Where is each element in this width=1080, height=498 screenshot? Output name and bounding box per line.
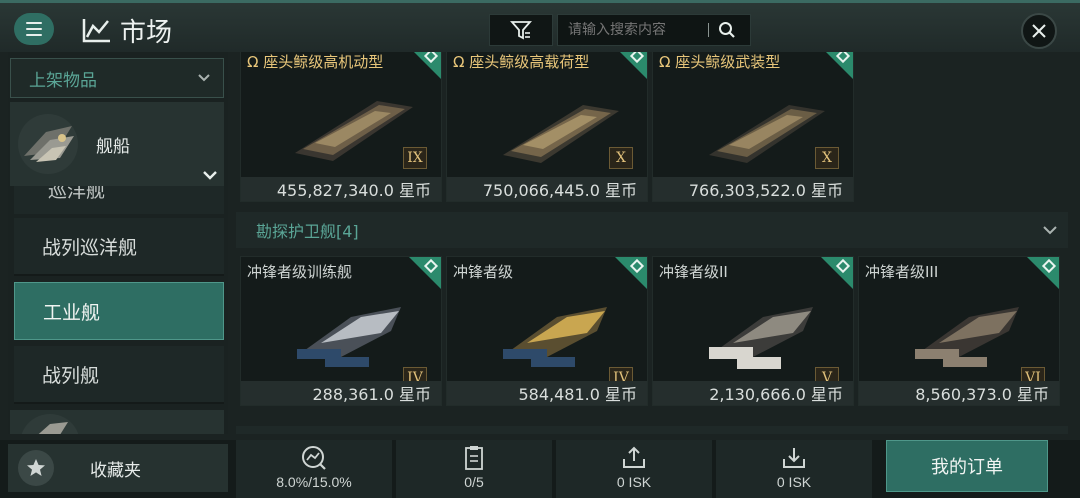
item-name: Ω 座头鲸级武装型 (659, 53, 781, 71)
item-name: 冲锋者级 (453, 263, 514, 281)
item-price: 2,130,666.0 星币 (653, 381, 853, 405)
ship-image (297, 307, 401, 367)
sidebar-item-label: 战列巡洋舰 (42, 236, 138, 259)
item-card[interactable]: Ω 座头鲸级高载荷型 X 750,066,445.0 星币 (446, 52, 648, 202)
chevron-down-icon (203, 171, 217, 180)
upload-tray-icon (623, 446, 645, 468)
sidebar-item-label: 工业舰 (43, 301, 101, 324)
item-price: 584,481.0 星币 (447, 381, 647, 405)
order-count-stat[interactable]: 0/5 (396, 440, 554, 498)
filter-button[interactable] (489, 14, 553, 46)
my-orders-button[interactable]: 我的订单 (886, 440, 1048, 492)
sidebar-item-cruiser[interactable]: 巡洋舰 (14, 186, 224, 214)
listing-dropdown[interactable]: 上架物品 (10, 58, 224, 98)
close-button[interactable] (1021, 13, 1057, 49)
ship-thumbnail-icon (18, 114, 78, 174)
group-title: 勘探护卫舰[4] (256, 222, 359, 241)
bottom-bar: 收藏夹 8.0%/15.0% 0/5 0 ISK 0 ISK 我的订单 (0, 440, 1080, 498)
sidebar-item-industrial[interactable]: 工业舰 (14, 282, 224, 340)
item-card[interactable]: Ω 座头鲸级高机动型 IX 455,827,340.0 星币 (240, 52, 442, 202)
sell-isk-value: 0 ISK (616, 474, 652, 490)
tier-badge: X (815, 147, 839, 169)
sidebar-item-label: 巡洋舰 (48, 186, 106, 202)
tier-badge: IX (403, 147, 427, 169)
favorites-label: 收藏夹 (90, 460, 141, 481)
my-orders-label: 我的订单 (931, 457, 1003, 478)
tier-badge: X (609, 147, 633, 169)
item-card[interactable]: Ω 座头鲸级武装型 X 766,303,522.0 星币 (652, 52, 854, 202)
ship-thumbnail-icon (21, 414, 79, 434)
item-card[interactable]: 冲锋者级训练舰 IV 288,361.0 星币 (240, 256, 442, 406)
corner-badge (615, 257, 647, 289)
chevron-down-icon (198, 74, 210, 82)
item-name: 冲锋者级III (865, 263, 939, 281)
search-button[interactable] (709, 21, 745, 39)
sidebar: 上架物品 巡洋舰 舰船 战列巡洋舰 工业舰 战列舰 (8, 52, 228, 434)
chart-line-icon (82, 19, 110, 43)
search-box (557, 14, 751, 46)
download-tray-icon (783, 448, 805, 468)
item-name: Ω 座头鲸级高载荷型 (453, 53, 590, 71)
item-price: 288,361.0 星币 (241, 381, 441, 405)
sidebar-item-label: 战列舰 (42, 364, 100, 387)
corner-badge (409, 257, 441, 289)
star-icon (18, 450, 54, 486)
chevron-down-icon (1043, 226, 1057, 235)
order-count-value: 0/5 (464, 474, 484, 490)
ship-image (709, 307, 813, 369)
top-bar: 市场 (0, 0, 1080, 52)
item-card[interactable]: 冲锋者级III VI 8,560,373.0 星币 (858, 256, 1060, 406)
item-price: 766,303,522.0 星币 (653, 177, 853, 201)
menu-button[interactable] (14, 13, 54, 45)
page-title-text: 市场 (120, 17, 173, 48)
category-label: 舰船 (96, 136, 130, 157)
sell-order-stat[interactable]: 0 ISK (556, 440, 714, 498)
sidebar-item-battlecruiser[interactable]: 战列巡洋舰 (14, 218, 224, 276)
ship-image (709, 105, 825, 163)
corner-badge (821, 257, 853, 289)
buy-order-stat[interactable]: 0 ISK (716, 440, 874, 498)
item-card[interactable]: 冲锋者级II V 2,130,666.0 星币 (652, 256, 854, 406)
corner-badge (1027, 257, 1059, 289)
next-group-header-partial[interactable] (236, 426, 1068, 434)
item-card[interactable]: 冲锋者级 IV 584,481.0 星币 (446, 256, 648, 406)
ship-image (503, 105, 619, 163)
close-icon (1032, 24, 1046, 38)
tax-rate-value: 8.0%/15.0% (276, 474, 352, 490)
item-price: 455,827,340.0 星币 (241, 177, 441, 201)
tax-rate-stat[interactable]: 8.0%/15.0% (236, 440, 394, 498)
item-name: Ω 座头鲸级高机动型 (247, 53, 384, 71)
category-next-partial[interactable] (10, 410, 224, 434)
page-title: 市场 (82, 13, 173, 48)
ship-image (295, 101, 413, 161)
category-ships[interactable]: 舰船 (10, 102, 224, 186)
filter-icon (510, 21, 532, 40)
ship-image (915, 307, 1019, 367)
search-icon (719, 22, 735, 38)
hamburger-icon (26, 20, 42, 38)
item-name: 冲锋者级训练舰 (247, 263, 353, 281)
sidebar-item-battleship[interactable]: 战列舰 (14, 346, 224, 404)
favorites-button[interactable]: 收藏夹 (8, 444, 228, 492)
ship-image (503, 307, 607, 367)
buy-isk-value: 0 ISK (776, 474, 812, 490)
item-price: 8,560,373.0 星币 (859, 381, 1059, 405)
item-price: 750,066,445.0 星币 (447, 177, 647, 201)
group-header-exploration-frigates[interactable]: 勘探护卫舰[4] (236, 212, 1068, 248)
item-name: 冲锋者级II (659, 263, 728, 281)
clipboard-icon (465, 446, 483, 470)
market-listing: Ω 座头鲸级高机动型 IX 455,827,340.0 星币 Ω 座头鲸级高载荷… (236, 52, 1068, 434)
tax-chart-icon (302, 446, 326, 470)
listing-dropdown-label: 上架物品 (29, 70, 97, 91)
search-input[interactable] (558, 22, 708, 38)
